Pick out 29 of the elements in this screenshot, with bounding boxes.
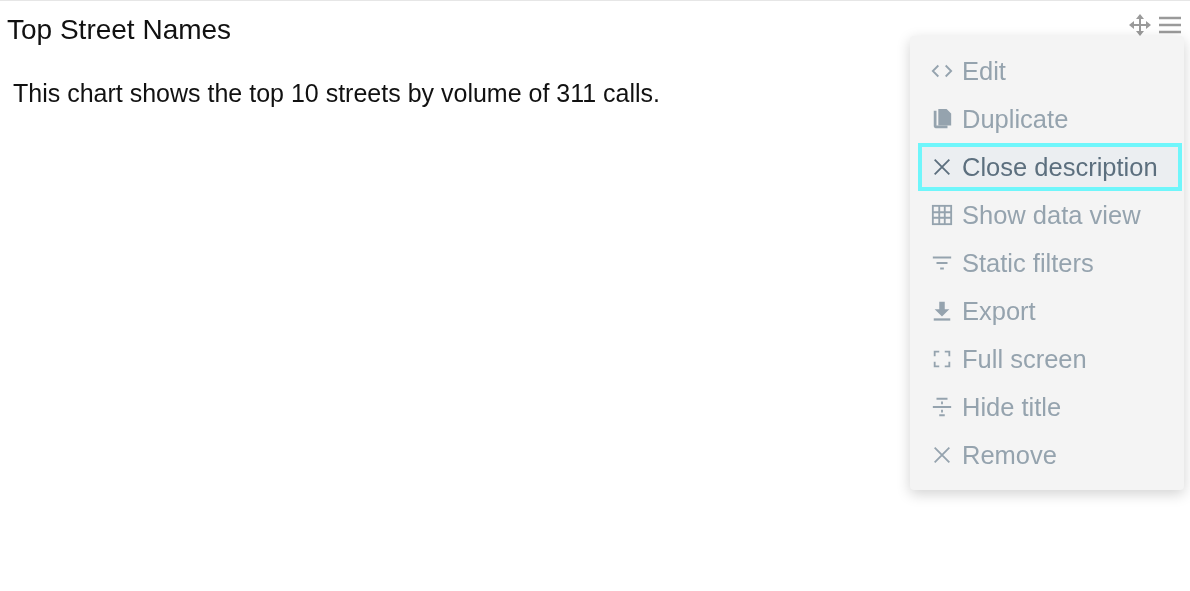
menu-item[interactable]: Static filters [918, 239, 1182, 287]
close-icon [931, 156, 953, 178]
menu-item-label: Static filters [962, 248, 1094, 278]
menu-item-label: Full screen [962, 344, 1087, 374]
table-icon [931, 204, 953, 226]
menu-item[interactable]: Export [918, 287, 1182, 335]
menu-item[interactable]: Close description [918, 143, 1182, 191]
menu-item-label: Remove [962, 440, 1057, 470]
copy-icon [931, 108, 953, 130]
menu-item-label: Show data view [962, 200, 1141, 230]
close-icon [931, 444, 953, 466]
menu-item-label: Edit [962, 56, 1006, 86]
menu-item[interactable]: Show data view [918, 191, 1182, 239]
menu-item[interactable]: Duplicate [918, 95, 1182, 143]
menu-item-label: Duplicate [962, 104, 1069, 134]
download-icon [931, 300, 953, 322]
menu-item[interactable]: Full screen [918, 335, 1182, 383]
menu-item[interactable]: Edit [918, 47, 1182, 95]
menu-item-label: Close description [962, 152, 1158, 182]
move-icon[interactable] [1128, 13, 1152, 37]
panel-title: Top Street Names [7, 13, 232, 47]
menu-item-label: Hide title [962, 392, 1062, 422]
menu-icon[interactable] [1158, 15, 1182, 35]
menu-item[interactable]: Hide title [918, 383, 1182, 431]
hide-title-icon [931, 396, 953, 418]
fullscreen-icon [931, 348, 953, 370]
menu-item-label: Export [962, 296, 1036, 326]
panel-description: This chart shows the top 10 streets by volume of 311 calls. [13, 78, 662, 109]
menu-item[interactable]: Remove [918, 431, 1182, 479]
